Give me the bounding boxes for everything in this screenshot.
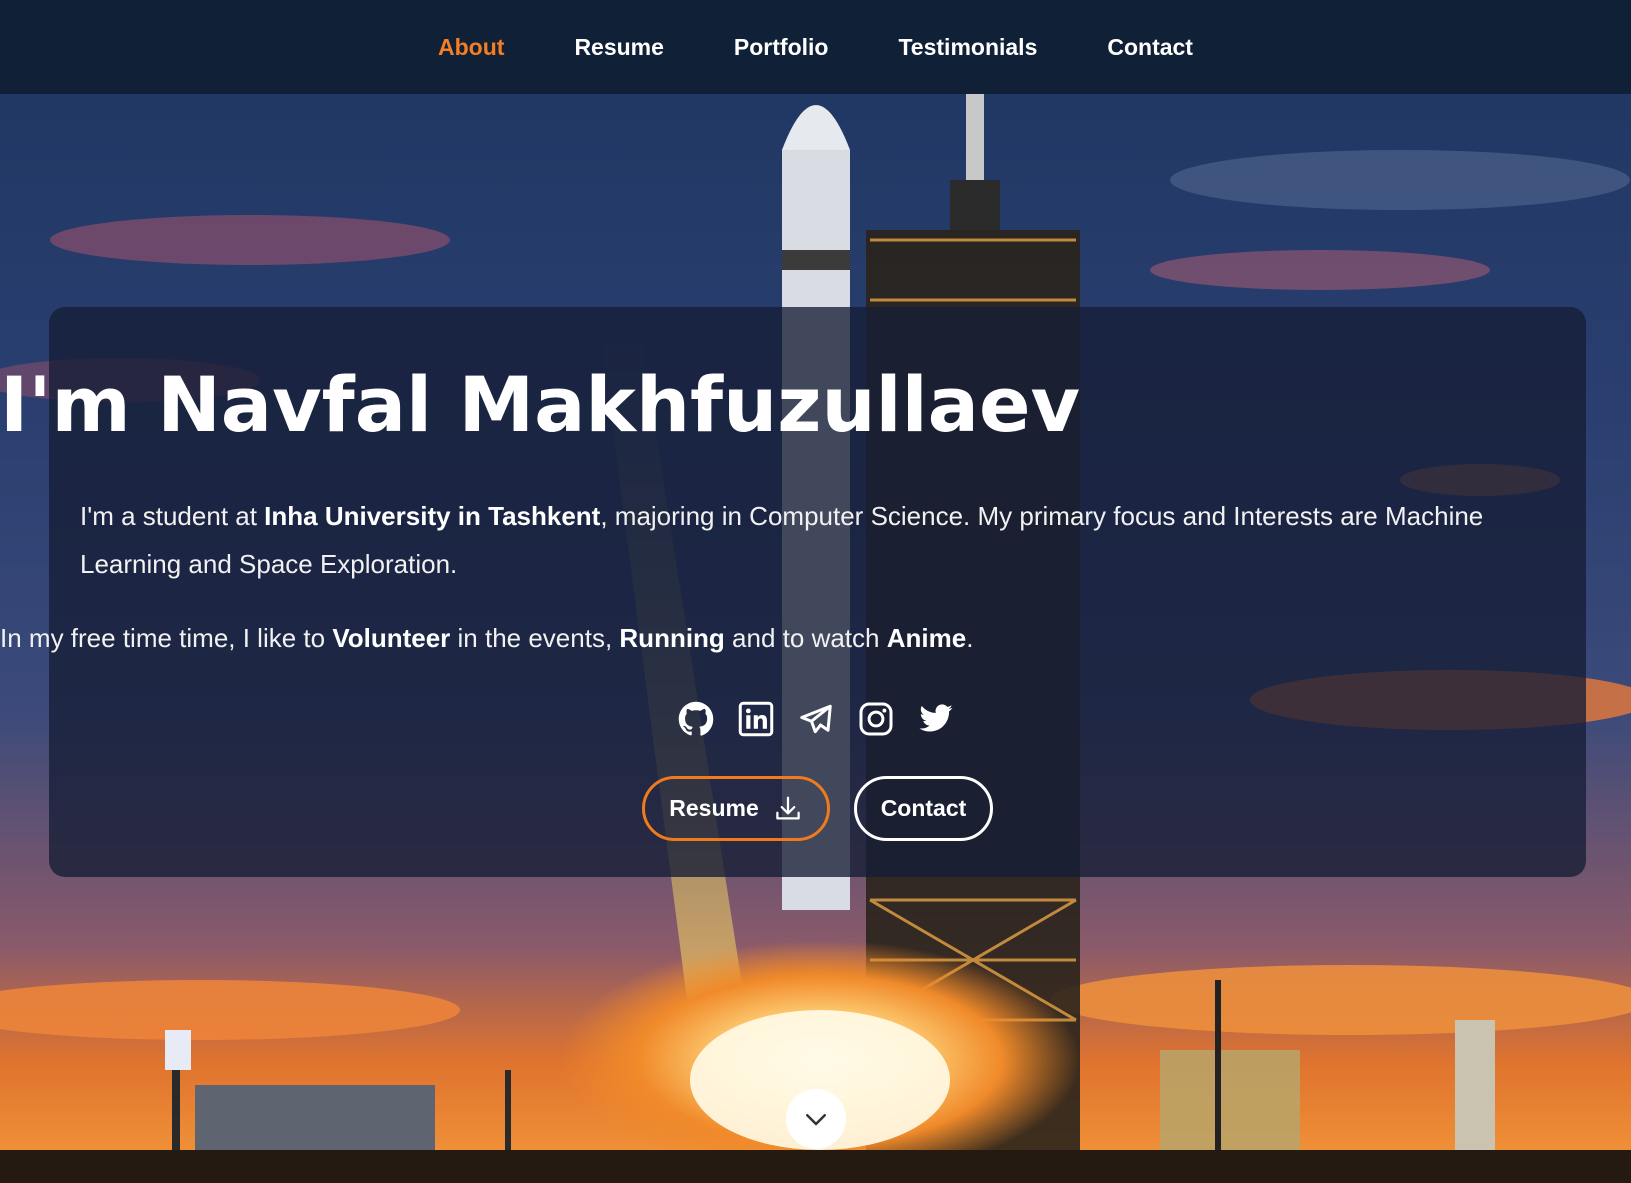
- nav-item-contact[interactable]: Contact: [1107, 34, 1193, 61]
- hobbies-prefix: In my free time time, I like to: [0, 623, 333, 653]
- nav-item-testimonials[interactable]: Testimonials: [898, 34, 1037, 61]
- hobbies-mid2: and to watch: [724, 623, 887, 653]
- top-navigation: About Resume Portfolio Testimonials Cont…: [0, 0, 1631, 94]
- nav-item-about[interactable]: About: [438, 34, 504, 61]
- resume-download-button[interactable]: Resume: [642, 776, 830, 841]
- scroll-down-button[interactable]: [786, 1089, 846, 1149]
- github-icon[interactable]: [678, 700, 714, 738]
- hobby-running: Running: [619, 623, 725, 653]
- bio-text-prefix: I'm a student at: [80, 501, 265, 531]
- instagram-icon[interactable]: [858, 700, 894, 738]
- hero-title: I'm Navfal Makhfuzullaev: [0, 360, 1081, 449]
- social-links: [0, 700, 1631, 738]
- resume-button-label: Resume: [669, 795, 759, 821]
- bio-university: Inha University in Tashkent: [264, 501, 601, 531]
- hobbies-suffix: .: [966, 623, 974, 653]
- hero-hobbies: In my free time time, I like to Voluntee…: [0, 623, 1631, 654]
- nav-item-portfolio[interactable]: Portfolio: [734, 34, 829, 61]
- contact-button[interactable]: Contact: [854, 776, 993, 841]
- linkedin-icon[interactable]: [738, 700, 774, 738]
- telegram-icon[interactable]: [798, 700, 834, 738]
- chevron-down-icon: [806, 1114, 826, 1126]
- hobby-volunteer: Volunteer: [332, 623, 451, 653]
- hobby-anime: Anime: [886, 623, 967, 653]
- hero-bio: I'm a student at Inha University in Tash…: [80, 492, 1551, 588]
- hobbies-mid1: in the events,: [450, 623, 620, 653]
- contact-button-label: Contact: [880, 795, 967, 821]
- twitter-icon[interactable]: [918, 700, 954, 738]
- download-icon: [775, 796, 800, 819]
- nav-item-resume[interactable]: Resume: [574, 34, 663, 61]
